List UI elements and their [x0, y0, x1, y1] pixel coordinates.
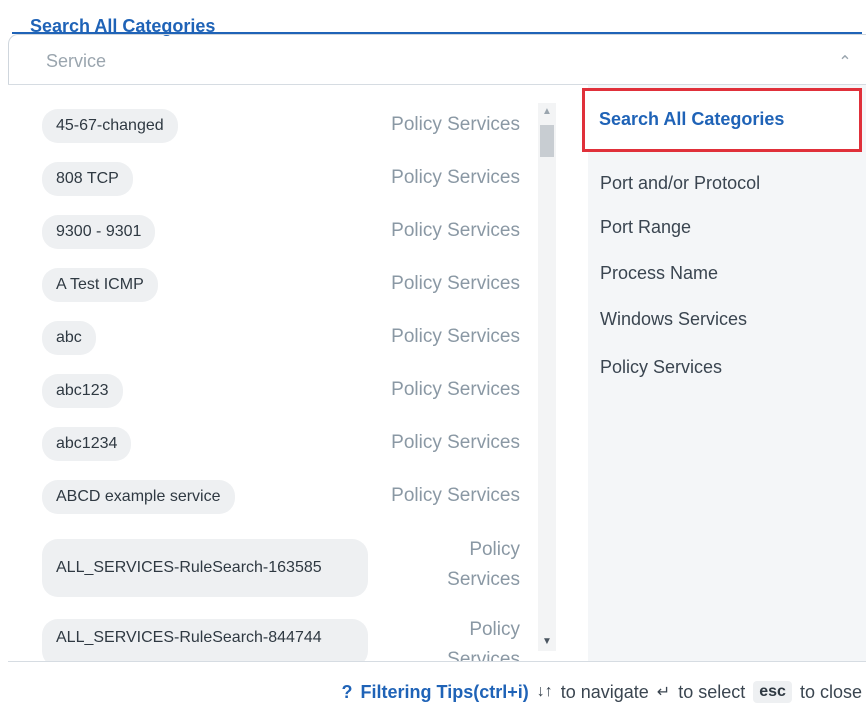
- category-item-port-protocol[interactable]: Port and/or Protocol: [600, 171, 760, 195]
- list-item[interactable]: 9300 - 9301 Policy Services: [8, 211, 538, 251]
- question-icon: ?: [341, 681, 353, 702]
- item-name: abc123: [42, 374, 123, 408]
- item-name: 808 TCP: [42, 162, 133, 196]
- list-item[interactable]: abc123 Policy Services: [8, 370, 538, 410]
- search-input[interactable]: [44, 44, 808, 78]
- list-item[interactable]: 45-67-changed Policy Services: [8, 105, 538, 145]
- footer: ? Filtering Tips(ctrl+i) ↓↑ to navigate …: [8, 661, 866, 720]
- category-item-policy-services[interactable]: Policy Services: [600, 355, 722, 379]
- category-line: Services: [447, 649, 520, 661]
- list-item[interactable]: abc1234 Policy Services: [8, 423, 538, 463]
- item-name: ALL_SERVICES-RuleSearch-163585: [42, 539, 368, 597]
- category-label: Search All Categories: [599, 109, 785, 129]
- filtering-tips-link[interactable]: ? Filtering Tips(ctrl+i): [342, 682, 529, 703]
- item-name: A Test ICMP: [42, 268, 158, 302]
- esc-key: esc: [753, 681, 792, 703]
- item-name: ABCD example service: [42, 480, 235, 514]
- item-category: Policy Services: [391, 432, 520, 453]
- item-name: 45-67-changed: [42, 109, 178, 143]
- category-item-process-name[interactable]: Process Name: [600, 261, 718, 285]
- list-item[interactable]: ALL_SERVICES-RuleSearch-844744 Policy Se…: [8, 611, 538, 661]
- item-name-text: ALL_SERVICES-RuleSearch-163585: [56, 559, 322, 576]
- scroll-thumb[interactable]: [540, 125, 554, 157]
- item-name: abc: [42, 321, 96, 355]
- item-category: Policy Services: [391, 114, 520, 135]
- item-category: Policy Services: [391, 326, 520, 347]
- category-item-port-range[interactable]: Port Range: [600, 215, 691, 239]
- list-item[interactable]: A Test ICMP Policy Services: [8, 264, 538, 304]
- category-line: Services: [447, 569, 520, 590]
- close-hint: to close: [799, 681, 862, 702]
- chevron-up-icon[interactable]: ⌃: [835, 52, 855, 72]
- scroll-up-icon[interactable]: ▲: [538, 103, 556, 121]
- filtering-tips-label: Filtering Tips(ctrl+i): [360, 681, 529, 702]
- category-item-windows-services[interactable]: Windows Services: [600, 307, 747, 331]
- navigate-hint: to navigate: [560, 681, 649, 702]
- item-category: Policy Services: [447, 535, 520, 595]
- category-line: Policy: [469, 539, 520, 560]
- category-panel: Search All Categories Port and/or Protoc…: [582, 85, 866, 661]
- list-item[interactable]: ALL_SERVICES-RuleSearch-163585 Policy Se…: [8, 531, 538, 601]
- navigate-arrows-icon: ↓↑: [536, 683, 553, 700]
- footer-hints: ? Filtering Tips(ctrl+i) ↓↑ to navigate …: [342, 680, 862, 704]
- list-item[interactable]: ABCD example service Policy Services: [8, 476, 538, 516]
- category-item-search-all[interactable]: Search All Categories: [582, 88, 862, 152]
- results-list[interactable]: 45-67-changed Policy Services 808 TCP Po…: [8, 85, 588, 661]
- item-category: Policy Services: [447, 615, 520, 661]
- select-hint: to select: [678, 681, 746, 702]
- item-category: Policy Services: [391, 379, 520, 400]
- item-category: Policy Services: [391, 485, 520, 506]
- item-name-text: ALL_SERVICES-RuleSearch-844744: [56, 629, 322, 646]
- category-line: Policy: [469, 619, 520, 640]
- enter-key-icon: ↵: [656, 684, 671, 701]
- item-category: Policy Services: [391, 167, 520, 188]
- list-item[interactable]: abc Policy Services: [8, 317, 538, 357]
- item-name: 9300 - 9301: [42, 215, 156, 249]
- list-item[interactable]: 808 TCP Policy Services: [8, 158, 538, 198]
- item-category: Policy Services: [391, 220, 520, 241]
- item-name: abc1234: [42, 427, 132, 461]
- scroll-down-icon[interactable]: ▼: [538, 633, 556, 651]
- item-name: ALL_SERVICES-RuleSearch-844744: [42, 619, 368, 661]
- scrollbar[interactable]: ▲ ▼: [538, 103, 556, 651]
- item-category: Policy Services: [391, 273, 520, 294]
